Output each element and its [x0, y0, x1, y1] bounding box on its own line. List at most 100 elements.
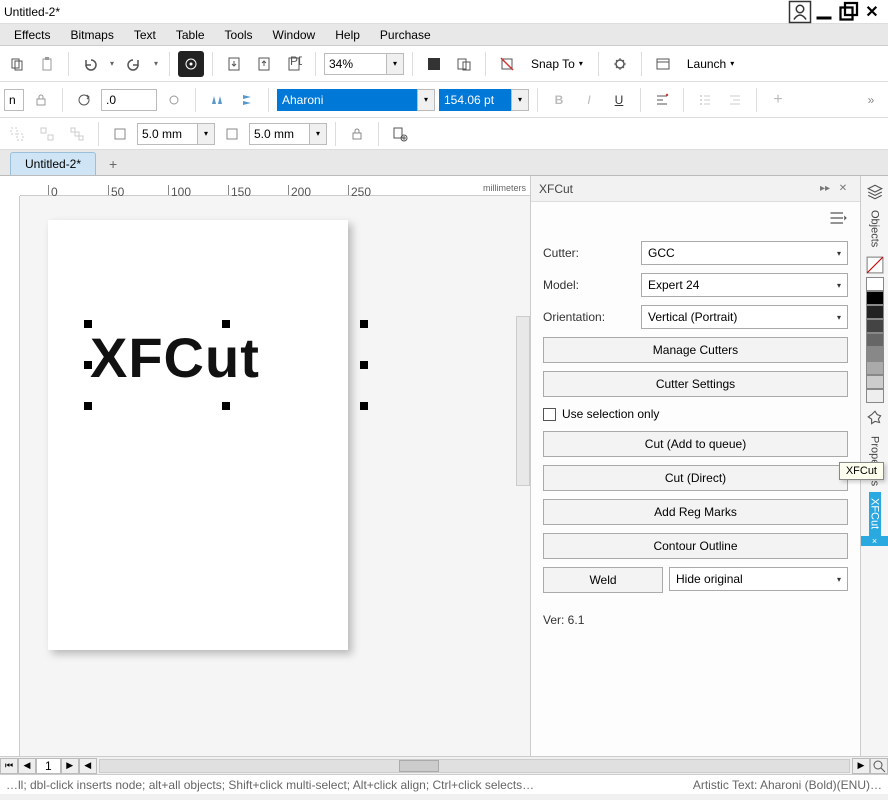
redo-icon[interactable]: [121, 51, 147, 77]
cut-queue-button[interactable]: Cut (Add to queue): [543, 431, 848, 457]
menu-purchase[interactable]: Purchase: [370, 26, 441, 44]
menu-bitmaps[interactable]: Bitmaps: [60, 26, 123, 44]
selection-handle[interactable]: [222, 402, 230, 410]
undo-icon[interactable]: [77, 51, 103, 77]
rotation-field[interactable]: [101, 89, 157, 111]
export-icon[interactable]: [251, 51, 277, 77]
object-props-icon[interactable]: [387, 121, 413, 147]
panel-collapse-icon[interactable]: ▸▸: [816, 180, 834, 198]
menu-effects[interactable]: Effects: [4, 26, 60, 44]
selected-text-object[interactable]: XFCut: [90, 330, 362, 400]
underline-button[interactable]: U: [606, 87, 632, 113]
close-button[interactable]: ✕: [860, 2, 884, 22]
undo-dropdown[interactable]: ▾: [107, 59, 117, 68]
dim2-input[interactable]: [254, 127, 305, 141]
font-dropdown[interactable]: ▾: [417, 89, 435, 111]
dim1-combo[interactable]: ▾: [137, 123, 215, 145]
fullscreen-icon[interactable]: [421, 51, 447, 77]
cutter-settings-button[interactable]: Cutter Settings: [543, 371, 848, 397]
font-combo[interactable]: ▾: [277, 89, 435, 111]
copy-icon[interactable]: [4, 51, 30, 77]
redo-dropdown[interactable]: ▾: [151, 59, 161, 68]
page-next-button[interactable]: ▶: [61, 758, 79, 774]
page-prev-button[interactable]: ◀: [18, 758, 36, 774]
panel-menu-icon[interactable]: [828, 208, 848, 231]
contour-outline-button[interactable]: Contour Outline: [543, 533, 848, 559]
lock-ratio-icon[interactable]: [28, 87, 54, 113]
dim1-input[interactable]: [142, 127, 193, 141]
overflow-chevron-icon[interactable]: »: [858, 87, 884, 113]
outline-width2-icon[interactable]: [219, 121, 245, 147]
list-bullet-icon[interactable]: [692, 87, 718, 113]
use-selection-checkbox[interactable]: Use selection only: [543, 405, 848, 423]
align-left-icon[interactable]: [649, 87, 675, 113]
paste-icon[interactable]: [34, 51, 60, 77]
panel-close-icon[interactable]: ✕: [834, 180, 852, 198]
weld-button[interactable]: Weld: [543, 567, 663, 593]
color-swatch[interactable]: [866, 277, 884, 291]
import-icon[interactable]: [221, 51, 247, 77]
no-fill-icon[interactable]: [866, 256, 884, 274]
launch-dropdown[interactable]: Launch▾: [680, 54, 741, 74]
color-swatch[interactable]: [866, 375, 884, 389]
color-swatch[interactable]: [866, 291, 884, 305]
ungroup-icon[interactable]: [34, 121, 60, 147]
maximize-button[interactable]: [836, 2, 860, 22]
mirror-h-icon[interactable]: [204, 87, 230, 113]
options-icon[interactable]: [607, 51, 633, 77]
canvas-area[interactable]: 0 50 100 150 200 250 millimeters XFCut: [0, 176, 530, 756]
scroll-left-button[interactable]: ◀: [79, 758, 97, 774]
tab-untitled-2[interactable]: Untitled-2*: [10, 152, 96, 175]
page-first-button[interactable]: ⏮: [0, 758, 18, 774]
selection-handle[interactable]: [360, 361, 368, 369]
zoom-tool-icon[interactable]: [870, 758, 888, 774]
dim1-stepper[interactable]: ▾: [197, 123, 215, 145]
tab-add-button[interactable]: +: [102, 153, 124, 175]
color-swatch[interactable]: [866, 361, 884, 375]
font-size-dropdown[interactable]: ▾: [511, 89, 529, 111]
color-swatch[interactable]: [866, 347, 884, 361]
color-swatch[interactable]: [866, 305, 884, 319]
scrollbar-thumb[interactable]: [399, 760, 439, 772]
preview-icon[interactable]: [451, 51, 477, 77]
bold-button[interactable]: B: [546, 87, 572, 113]
selection-handle[interactable]: [84, 402, 92, 410]
font-input[interactable]: [282, 93, 413, 107]
orientation-select[interactable]: Vertical (Portrait)▾: [641, 305, 848, 329]
vertical-scrollbar[interactable]: [516, 316, 530, 486]
font-size-combo[interactable]: ▾: [439, 89, 529, 111]
sidetab-xfcut[interactable]: XFCut: [869, 492, 881, 535]
zoom-dropdown[interactable]: ▾: [386, 53, 404, 75]
minimize-button[interactable]: [812, 2, 836, 22]
selection-handle[interactable]: [84, 320, 92, 328]
font-size-input[interactable]: [444, 93, 507, 107]
launch-icon[interactable]: [650, 51, 676, 77]
dim2-stepper[interactable]: ▾: [309, 123, 327, 145]
rotation-reset-icon[interactable]: [161, 87, 187, 113]
account-icon[interactable]: [788, 2, 812, 22]
menu-text[interactable]: Text: [124, 26, 166, 44]
menu-tools[interactable]: Tools: [215, 26, 263, 44]
cutter-select[interactable]: GCC▾: [641, 241, 848, 265]
list-indent-icon[interactable]: [722, 87, 748, 113]
color-swatch[interactable]: [866, 389, 884, 403]
italic-button[interactable]: I: [576, 87, 602, 113]
rotation-icon[interactable]: [71, 87, 97, 113]
snap-off-icon[interactable]: [494, 51, 520, 77]
model-select[interactable]: Expert 24▾: [641, 273, 848, 297]
outline-width-icon[interactable]: [107, 121, 133, 147]
pdf-icon[interactable]: PDF: [281, 51, 307, 77]
cut-direct-button[interactable]: Cut (Direct): [543, 465, 848, 491]
menu-window[interactable]: Window: [263, 26, 326, 44]
ungroup-all-icon[interactable]: [64, 121, 90, 147]
add-reg-marks-button[interactable]: Add Reg Marks: [543, 499, 848, 525]
manage-cutters-button[interactable]: Manage Cutters: [543, 337, 848, 363]
horizontal-scrollbar[interactable]: [99, 759, 850, 773]
scroll-right-button[interactable]: ▶: [852, 758, 870, 774]
mirror-v-icon[interactable]: [234, 87, 260, 113]
lock-icon[interactable]: [344, 121, 370, 147]
color-swatch[interactable]: [866, 333, 884, 347]
layers-icon[interactable]: [866, 183, 884, 201]
zoom-combo[interactable]: ▾: [324, 53, 404, 75]
color-swatch[interactable]: [866, 319, 884, 333]
